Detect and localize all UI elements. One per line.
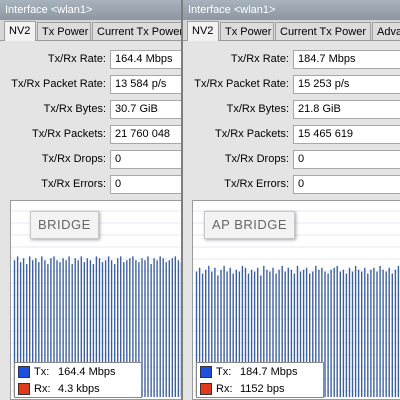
- legend-rx-label: Rx:: [216, 383, 233, 395]
- tx-color-swatch: [200, 366, 212, 378]
- rx-color-swatch: [18, 383, 30, 395]
- tx-rx-packet-rate-value[interactable]: 15 253 p/s: [293, 75, 400, 94]
- legend-tx-label: Tx:: [34, 366, 50, 378]
- field-label: Tx/Rx Bytes:: [226, 103, 289, 115]
- legend-tx-label: Tx:: [216, 366, 232, 378]
- legend-tx-row: Tx: 164.4 Mbps: [18, 364, 142, 380]
- field-label: Tx/Rx Rate:: [47, 53, 106, 65]
- field-label: Tx/Rx Errors:: [224, 178, 289, 190]
- tx-color-swatch: [18, 366, 30, 378]
- tx-rx-rate-value[interactable]: 184.7 Mbps: [293, 50, 400, 69]
- tab-nv2[interactable]: NV2: [187, 21, 219, 41]
- field-label: Tx/Rx Rate:: [230, 53, 289, 65]
- legend-tx-value: 164.4 Mbps: [58, 366, 116, 378]
- tx-rx-bytes-value[interactable]: 21.8 GiB: [293, 100, 400, 119]
- interface-window-left: Interface <wlan1> NV2 Tx Power Current T…: [0, 0, 182, 400]
- tab-advanced[interactable]: Adva: [372, 22, 400, 40]
- tab-tx-power[interactable]: Tx Power: [37, 22, 91, 40]
- legend-rx-row: Rx: 4.3 kbps: [18, 381, 142, 397]
- field-label: Tx/Rx Errors:: [41, 178, 106, 190]
- field-label: Tx/Rx Packet Rate:: [11, 78, 106, 90]
- tx-rx-drops-value[interactable]: 0: [293, 150, 400, 169]
- mode-label: AP BRIDGE: [204, 211, 296, 239]
- tx-rx-packets-value[interactable]: 21 760 048: [110, 125, 182, 144]
- tab-current-tx-power[interactable]: Current Tx Power: [92, 22, 182, 40]
- tx-rx-packets-value[interactable]: 15 465 619: [293, 125, 400, 144]
- graph-legend: Tx: 184.7 Mbps Rx: 1152 bps: [196, 362, 324, 398]
- tab-nv2[interactable]: NV2: [4, 21, 36, 41]
- field-tx-rx-packet-rate: Tx/Rx Packet Rate: 13 584 p/s: [0, 75, 182, 94]
- field-tx-rx-packets: Tx/Rx Packets: 21 760 048: [0, 125, 182, 144]
- legend-rx-row: Rx: 1152 bps: [200, 381, 324, 397]
- tx-rx-bytes-value[interactable]: 30.7 GiB: [110, 100, 182, 119]
- legend-tx-value: 184.7 Mbps: [240, 366, 298, 378]
- field-label: Tx/Rx Packet Rate:: [194, 78, 289, 90]
- tab-tx-power[interactable]: Tx Power: [220, 22, 274, 40]
- window-title[interactable]: Interface <wlan1>: [0, 0, 182, 20]
- field-tx-rx-drops: Tx/Rx Drops: 0: [0, 150, 182, 169]
- tx-rx-drops-value[interactable]: 0: [110, 150, 182, 169]
- rx-color-swatch: [200, 383, 212, 395]
- field-label: Tx/Rx Bytes:: [43, 103, 106, 115]
- tx-rx-rate-value[interactable]: 164.4 Mbps: [110, 50, 182, 69]
- field-tx-rx-errors: Tx/Rx Errors: 0: [0, 175, 182, 194]
- field-tx-rx-packet-rate: Tx/Rx Packet Rate: 15 253 p/s: [183, 75, 400, 94]
- window-title[interactable]: Interface <wlan1>: [183, 0, 400, 20]
- tab-current-tx-power[interactable]: Current Tx Power: [275, 22, 371, 40]
- interface-window-right: Interface <wlan1> NV2 Tx Power Current T…: [182, 0, 400, 400]
- tx-rx-errors-value[interactable]: 0: [110, 175, 182, 194]
- field-tx-rx-rate: Tx/Rx Rate: 164.4 Mbps: [0, 50, 182, 69]
- field-label: Tx/Rx Packets:: [32, 128, 106, 140]
- legend-rx-value: 4.3 kbps: [58, 383, 100, 395]
- tab-bar: NV2 Tx Power Current Tx Power Adva: [183, 20, 400, 41]
- legend-tx-row: Tx: 184.7 Mbps: [200, 364, 324, 380]
- field-tx-rx-errors: Tx/Rx Errors: 0: [183, 175, 400, 194]
- tab-bar: NV2 Tx Power Current Tx Power: [0, 20, 182, 41]
- field-tx-rx-packets: Tx/Rx Packets: 15 465 619: [183, 125, 400, 144]
- field-label: Tx/Rx Drops:: [41, 153, 106, 165]
- field-tx-rx-rate: Tx/Rx Rate: 184.7 Mbps: [183, 50, 400, 69]
- field-label: Tx/Rx Packets:: [215, 128, 289, 140]
- legend-rx-value: 1152 bps: [240, 383, 285, 395]
- field-tx-rx-drops: Tx/Rx Drops: 0: [183, 150, 400, 169]
- field-tx-rx-bytes: Tx/Rx Bytes: 30.7 GiB: [0, 100, 182, 119]
- legend-rx-label: Rx:: [34, 383, 51, 395]
- field-label: Tx/Rx Drops:: [224, 153, 289, 165]
- mode-label: BRIDGE: [30, 211, 99, 239]
- graph-legend: Tx: 164.4 Mbps Rx: 4.3 kbps: [14, 362, 142, 398]
- field-tx-rx-bytes: Tx/Rx Bytes: 21.8 GiB: [183, 100, 400, 119]
- tx-rx-errors-value[interactable]: 0: [293, 175, 400, 194]
- tx-rx-packet-rate-value[interactable]: 13 584 p/s: [110, 75, 182, 94]
- window-divider: [181, 0, 183, 400]
